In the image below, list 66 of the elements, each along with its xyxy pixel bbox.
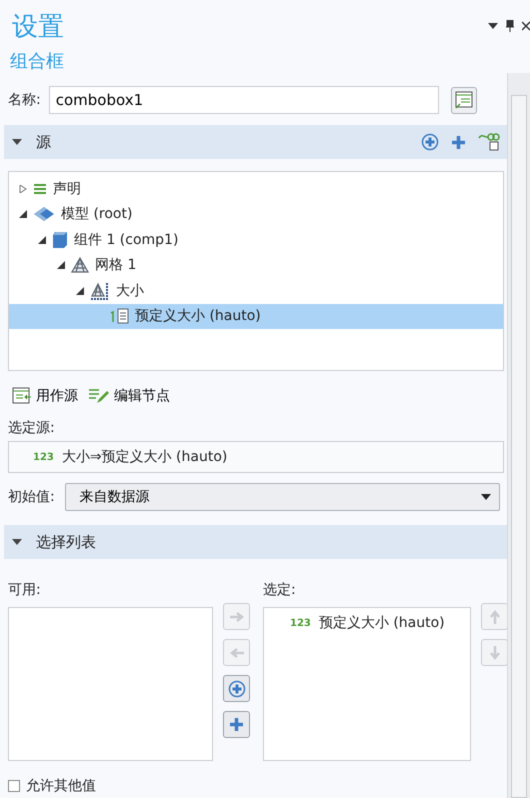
collapse-caret-icon[interactable] <box>12 538 22 546</box>
down-arrow-icon <box>488 644 500 660</box>
mesh-triangle-icon <box>71 257 89 274</box>
section-header[interactable]: 选择列表 <box>4 525 508 559</box>
use-as-source-button[interactable]: 用作源 <box>12 387 78 405</box>
list-icon <box>33 182 47 195</box>
panel-title: 设置 <box>12 11 64 44</box>
tree-item[interactable]: 预定义大小 (hauto) <box>9 304 503 329</box>
tree-item[interactable]: 大小 <box>9 278 503 304</box>
plus-icon <box>451 134 466 150</box>
plus-icon <box>229 717 244 732</box>
tree-item-label: 组件 1 (comp1) <box>74 230 178 249</box>
left-arrow-icon <box>228 646 244 658</box>
allow-other-label: 允许其他值 <box>26 777 96 795</box>
chosen-list[interactable]: 123 预定义大小 (hauto) <box>263 607 471 761</box>
tree-item-label: 预定义大小 (hauto) <box>135 307 261 326</box>
selected-source-value: 大小⇒预定义大小 (hauto) <box>62 448 228 466</box>
tree-item-label: 声明 <box>53 180 81 198</box>
up-arrow-icon <box>488 608 500 624</box>
section-header[interactable]: 源 <box>4 125 508 159</box>
expanded-triangle-icon[interactable] <box>19 210 27 218</box>
collapse-caret-icon[interactable] <box>12 138 22 146</box>
window-icon <box>454 91 473 109</box>
chosen-label: 选定: <box>263 581 297 599</box>
tree-item-label: 大小 <box>116 282 144 300</box>
plus-circle-icon <box>228 680 246 698</box>
tree-item[interactable]: 网格 1 <box>9 252 503 278</box>
initial-value-label: 初始值: <box>8 488 55 506</box>
plus-circle-icon <box>421 133 439 151</box>
close-icon[interactable] <box>522 21 530 31</box>
section-title: 源 <box>36 132 51 152</box>
right-arrow-icon <box>228 610 244 622</box>
tree-item[interactable]: 模型 (root) <box>9 202 503 227</box>
dropdown-icon[interactable] <box>488 23 498 29</box>
mesh-size-icon <box>90 282 110 300</box>
collapsed-triangle-icon[interactable] <box>19 184 27 193</box>
parameter-icon <box>109 308 129 324</box>
initial-value-dropdown[interactable]: 来自数据源 <box>64 483 500 511</box>
checkbox[interactable] <box>8 780 20 792</box>
selected-source-label: 选定源: <box>7 419 56 437</box>
number-type-label: 123 <box>290 618 311 628</box>
add-circle-button[interactable] <box>223 675 250 702</box>
available-label: 可用: <box>8 581 42 599</box>
pencil-icon <box>88 387 110 405</box>
diamond-icon <box>33 206 55 222</box>
number-type-label: 123 <box>33 452 54 462</box>
tree-item-label: 网格 1 <box>95 256 136 274</box>
pin-icon[interactable] <box>506 20 514 32</box>
expanded-triangle-icon[interactable] <box>38 236 46 244</box>
list-item[interactable]: 预定义大小 (hauto) <box>318 614 445 632</box>
name-field[interactable]: combobox1 <box>48 86 439 114</box>
section-title: 选择列表 <box>36 532 96 552</box>
tree-node-icon[interactable] <box>478 133 500 151</box>
tree-item-label: 模型 (root) <box>61 205 132 224</box>
tree-item[interactable]: 组件 1 (comp1) <box>9 227 503 252</box>
name-label: 名称: <box>8 91 41 109</box>
add-button[interactable] <box>223 711 250 738</box>
panel-subtitle: 组合框 <box>9 50 65 74</box>
expanded-triangle-icon[interactable] <box>57 261 65 270</box>
edit-node-button[interactable]: 编辑节点 <box>88 387 170 405</box>
cube-icon <box>52 230 68 249</box>
dropdown-caret-icon <box>481 494 491 500</box>
tree-item[interactable]: 声明 <box>9 176 503 202</box>
expanded-triangle-icon[interactable] <box>76 286 84 295</box>
window-button[interactable] <box>450 86 477 114</box>
scrollbar[interactable] <box>507 73 530 798</box>
